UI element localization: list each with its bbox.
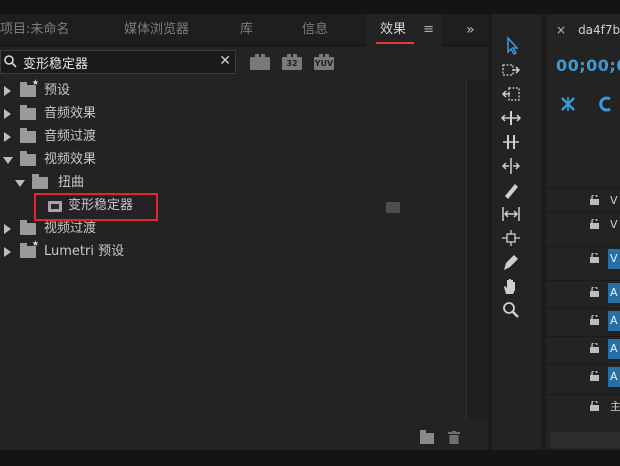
track-header[interactable]: A <box>546 336 620 360</box>
selection-tool-icon[interactable] <box>500 36 522 56</box>
timeline-panel: ×da4f7b 00;00;0 V V V A A A A 主 <box>546 14 620 450</box>
tree-item-distort[interactable]: 扭曲 <box>0 172 460 194</box>
lock-icon[interactable] <box>590 315 599 325</box>
rate-stretch-tool-icon[interactable] <box>500 132 522 152</box>
hand-tool-icon[interactable] <box>500 276 522 296</box>
effects-tree: ★ 预设 音频效果 音频过渡 视频效果 扭曲 变形稳定器 视频过渡 ★ Lume… <box>0 79 466 420</box>
top-bar <box>0 0 620 14</box>
track-header[interactable]: A <box>546 364 620 388</box>
audio-clip[interactable]: A <box>608 283 620 303</box>
snap-icon[interactable] <box>598 96 614 112</box>
tree-item-presets[interactable]: ★ 预设 <box>0 79 460 102</box>
audio-clip[interactable]: A <box>608 311 620 331</box>
panel-tab-bar: 项目:未命名 媒体浏览器 库 信息 效果 ≡ » <box>0 14 488 46</box>
video-clip[interactable]: V <box>608 249 620 269</box>
rolling-edit-tool-icon[interactable] <box>500 108 522 128</box>
lock-icon[interactable] <box>590 287 599 297</box>
tab-media-browser[interactable]: 媒体浏览器 <box>124 14 220 46</box>
highlight-box <box>34 193 158 221</box>
pen-tool-icon[interactable] <box>500 252 522 272</box>
playhead-timecode[interactable]: 00;00;0 <box>556 56 620 75</box>
tab-project[interactable]: 项目:未命名 <box>0 14 112 46</box>
new-bin-icon[interactable] <box>420 430 434 444</box>
tab-overflow-icon[interactable]: » <box>466 14 475 46</box>
preset-folder-icon: ★ <box>20 240 39 258</box>
search-row: ✕ 32 YUV <box>0 48 488 76</box>
vertical-scrollbar[interactable] <box>466 80 488 420</box>
zoom-tool-icon[interactable] <box>500 300 522 320</box>
track-header[interactable]: V <box>546 246 620 270</box>
lock-icon[interactable] <box>590 343 599 353</box>
32bit-filter-icon[interactable]: 32 <box>282 54 302 70</box>
track-header[interactable]: V <box>546 212 620 236</box>
search-field[interactable]: ✕ <box>0 50 236 74</box>
effects-panel: 项目:未命名 媒体浏览器 库 信息 效果 ≡ » ✕ 32 YUV ★ 预设 <box>0 14 488 450</box>
lock-icon[interactable] <box>590 371 599 381</box>
nest-toggle-icon[interactable] <box>560 96 576 112</box>
effects-bottom-bar <box>0 426 488 450</box>
search-icon <box>4 55 17 68</box>
audio-clip[interactable]: A <box>608 339 620 359</box>
slide-tool-icon[interactable] <box>500 204 522 224</box>
yuv-filter-icon[interactable]: YUV <box>314 54 334 70</box>
razor-tool-icon[interactable] <box>500 180 522 200</box>
tab-effects[interactable]: 效果 ≡ <box>366 14 442 46</box>
expand-arrow-icon[interactable] <box>4 86 11 96</box>
tree-item-audio-transitions[interactable]: 音频过渡 <box>0 126 460 148</box>
expand-arrow-icon[interactable] <box>4 247 11 257</box>
tree-item-video-transitions[interactable]: 视频过渡 <box>0 218 460 240</box>
tree-item-video-effects[interactable]: 视频效果 <box>0 149 460 171</box>
audio-clip[interactable]: A <box>608 367 620 387</box>
master-track-label: 主 <box>610 400 620 413</box>
close-tab-icon[interactable]: × <box>556 23 566 37</box>
tree-item-lumetri-presets[interactable]: ★ Lumetri 预设 <box>0 240 460 263</box>
active-tab-underline <box>376 42 414 44</box>
folder-icon <box>20 220 36 235</box>
folder-icon <box>20 105 36 120</box>
tab-info[interactable]: 信息 <box>302 14 342 46</box>
lock-icon[interactable] <box>590 401 599 411</box>
status-bar <box>0 450 620 466</box>
trash-icon[interactable] <box>448 431 460 444</box>
lock-icon[interactable] <box>590 219 599 229</box>
master-track-header[interactable]: 主 <box>546 394 620 418</box>
preset-folder-icon: ★ <box>20 79 39 97</box>
tab-libraries[interactable]: 库 <box>240 14 280 46</box>
track-header[interactable]: V <box>546 188 620 212</box>
time-remap-tool-icon[interactable] <box>500 228 522 248</box>
folder-icon <box>32 174 48 189</box>
collapse-arrow-icon[interactable] <box>15 180 25 187</box>
tree-item-audio-effects[interactable]: 音频效果 <box>0 103 460 125</box>
collapse-arrow-icon[interactable] <box>3 157 13 164</box>
track-select-tool-icon[interactable] <box>500 60 522 80</box>
expand-arrow-icon[interactable] <box>4 132 11 142</box>
track-label: V <box>610 218 618 231</box>
folder-icon <box>20 128 36 143</box>
slip-tool-icon[interactable] <box>500 156 522 176</box>
panel-menu-icon[interactable]: ≡ <box>423 14 434 46</box>
expand-arrow-icon[interactable] <box>4 224 11 234</box>
accelerated-effects-filter-icon[interactable] <box>250 54 270 70</box>
track-header[interactable]: A <box>546 280 620 304</box>
tools-panel <box>492 14 542 450</box>
expand-arrow-icon[interactable] <box>4 109 11 119</box>
accelerated-badge-icon <box>386 202 400 213</box>
ripple-edit-tool-icon[interactable] <box>500 84 522 104</box>
lock-icon[interactable] <box>590 195 599 205</box>
search-input[interactable] <box>23 52 213 72</box>
track-label: V <box>610 194 618 207</box>
track-header[interactable]: A <box>546 308 620 332</box>
lock-icon[interactable] <box>590 253 599 263</box>
folder-icon <box>20 151 36 166</box>
tab-sequence[interactable]: × da4f7b <box>546 14 620 46</box>
clear-search-icon[interactable]: ✕ <box>219 53 231 69</box>
timeline-scrollbar[interactable] <box>550 432 620 448</box>
